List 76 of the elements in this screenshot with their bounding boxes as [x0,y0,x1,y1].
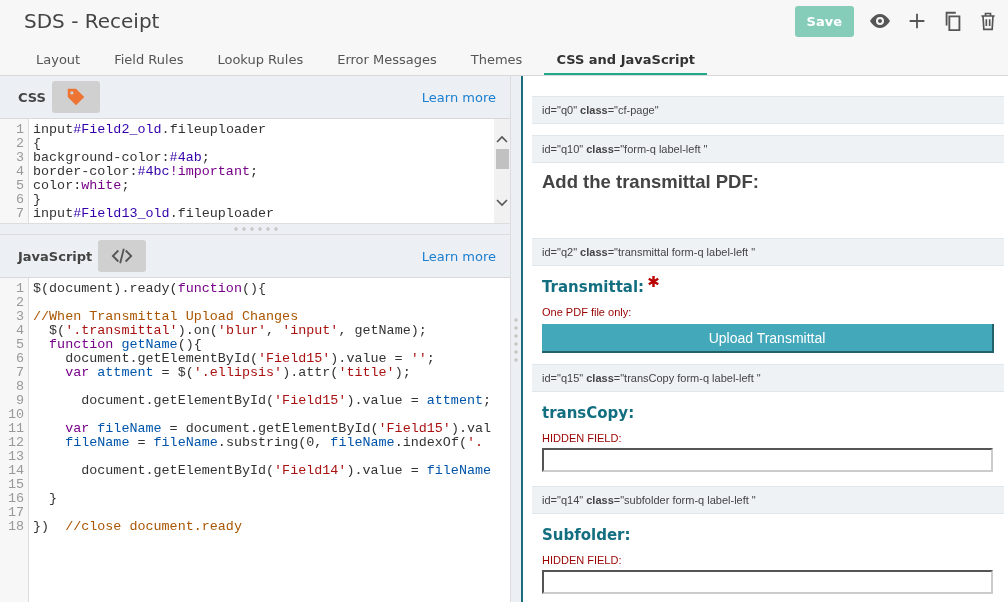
resize-handle[interactable] [514,316,518,362]
form-title: SDS - Receipt [24,9,160,33]
input-field[interactable] [542,448,993,472]
field-hint: HIDDEN FIELD: [541,431,623,446]
resize-handle[interactable] [232,227,278,231]
scroll-down-icon[interactable] [496,199,508,207]
learn-more-link[interactable]: Learn more [421,89,496,105]
line-number: 11 [6,422,24,436]
line-number: 6 [14,352,24,366]
line-number: 16 [6,492,24,506]
field-hint: One PDF file only: [541,305,633,320]
code-line: input#Field2_old.fileuploader [33,123,267,137]
line-number: 10 [6,408,24,422]
line-number: 18 [6,520,24,534]
line-number: 7 [14,207,24,221]
code-line: } [33,193,42,207]
line-number: 12 [6,436,24,450]
line-number: 4 [14,324,24,338]
scrollbar-thumb[interactable] [495,149,509,169]
element-attributes-bar: id="q14" class="subfolder form-q label-left " [532,486,1004,514]
field-label: transCopy: [542,404,635,422]
line-number: 4 [14,165,24,179]
scroll-up-icon[interactable] [496,135,508,143]
line-number: 3 [14,310,24,324]
code-line: document.getElementById('Field15').value = attment; [80,394,492,408]
tab[interactable]: Layout [24,52,93,75]
code-line: border-color:#4bc!important; [33,165,259,179]
field-label: Subfolder: [542,526,631,544]
line-number: 7 [14,366,24,380]
code-line: $('.transmittal').on('blur', 'input', getName); [48,324,427,338]
line-number: 5 [14,179,24,193]
section-heading: Add the transmittal PDF: [541,170,760,194]
code-line: input#Field13_old.fileuploader [33,207,275,221]
code-line: function getName(){ [48,338,202,352]
code-line: $(document).ready(function(){ [33,282,267,296]
line-number: 2 [14,137,24,151]
line-number: 13 [6,450,24,464]
tab[interactable]: Error Messages [325,52,449,75]
code-line: color:white; [33,179,130,193]
element-attributes-bar: id="q15" class="transCopy form-q label-left " [532,364,1004,392]
line-number: 2 [14,296,24,310]
code-line: background-color:#4ab; [33,151,210,165]
line-number: 5 [14,338,24,352]
code-line: } [48,492,58,506]
code-line: fileName = fileName.substring(0, fileName.indexOf('. [64,436,484,450]
field-hint: HIDDEN FIELD: [541,553,623,568]
editor-icon-button[interactable] [98,240,147,272]
line-number: 1 [14,123,24,137]
code-line: document.getElementById('Field14').value = fileName [80,464,492,478]
code-line: }) //close document.ready [33,520,242,534]
field-label: Transmittal: [542,278,645,296]
line-number: 1 [14,282,24,296]
line-number: 15 [6,478,24,492]
tab[interactable]: Lookup Rules [205,52,316,75]
element-attributes-bar: id="q10" class="form-q label-left " [532,135,1004,163]
editor-label: CSS [18,89,46,105]
line-number: 8 [14,380,24,394]
tab[interactable]: Themes [458,52,535,75]
element-attributes-bar: id="q0" class="cf-page" [532,96,1004,124]
editor-label: JavaScript [18,248,93,264]
element-attributes-bar: id="q2" class="transmittal form-q label-left " [532,238,1004,266]
code-line: document.getElementById('Field15').value = ''; [64,352,435,366]
code-line: var fileName = document.getElementById('Field15').val [64,422,492,436]
line-number: 6 [14,193,24,207]
line-number: 3 [14,151,24,165]
code-line: var attment = $('.ellipsis').attr('title'); [64,366,411,380]
tab[interactable]: Field Rules [102,52,196,75]
code-line: //When Transmittal Upload Changes [33,310,299,324]
code-editor[interactable]: 1 input#Field2_old.fileuploader 2 { 3 background-color:#4ab; 4 border-color:#4bc!important; 5 color:white; 6 } 7 input#Field13_old.fileuploader [0,119,510,223]
line-number: 17 [6,506,24,520]
code-line: { [33,137,42,151]
input-field[interactable] [542,570,993,594]
line-number: 9 [14,394,24,408]
line-number: 14 [6,464,24,478]
required-asterisk-icon [648,276,660,287]
learn-more-link[interactable]: Learn more [421,248,496,264]
